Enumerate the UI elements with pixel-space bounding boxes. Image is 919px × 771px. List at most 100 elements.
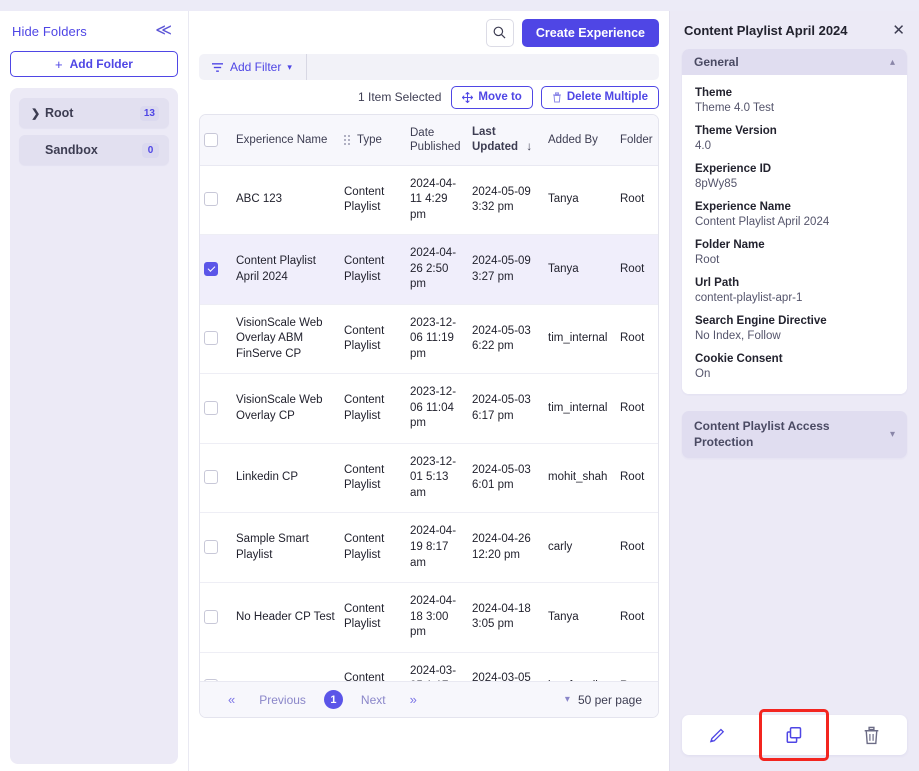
folder-tree: ❯ Root 13 Sandbox 0 bbox=[10, 88, 178, 764]
delete-button[interactable] bbox=[847, 715, 897, 755]
row-checkbox[interactable] bbox=[204, 470, 218, 485]
table-row[interactable]: Linkedin CP Content Playlist 2023-12-01 5:… bbox=[200, 443, 658, 514]
last-updated-cell: 2024-04-26 12:20 pm bbox=[468, 512, 544, 584]
chevron-down-icon: ▾ bbox=[564, 694, 570, 705]
date-published-cell: 2024-04-26 2:50 pm bbox=[406, 234, 468, 305]
move-to-button[interactable]: Move to bbox=[451, 85, 533, 109]
th-label: Type bbox=[357, 133, 382, 146]
folder-cell: Root bbox=[616, 165, 658, 236]
hide-folders-link[interactable]: Hide Folders bbox=[12, 24, 87, 39]
date-published-cell: 2024-04-18 3:00 pm bbox=[406, 582, 468, 653]
row-checkbox[interactable] bbox=[204, 261, 218, 276]
detail-field: Theme Theme 4.0 Test bbox=[695, 87, 894, 114]
last-page-button[interactable]: » bbox=[398, 692, 429, 707]
detail-field-value: 4.0 bbox=[695, 140, 711, 152]
table-row[interactable]: VisionScale Web Overlay ABM FinServe CP C… bbox=[200, 304, 658, 375]
type-cell: Content Playlist bbox=[340, 512, 406, 584]
row-checkbox[interactable] bbox=[204, 192, 218, 207]
experience-name-cell: Linkedin CP bbox=[232, 443, 340, 514]
page-number-1[interactable]: 1 bbox=[323, 690, 343, 709]
close-icon[interactable]: ✕ bbox=[892, 23, 905, 38]
table-row[interactable]: No Header CP Test Content Playlist 2024-04… bbox=[200, 582, 658, 653]
row-checkbox-cell bbox=[200, 304, 232, 375]
row-checkbox[interactable] bbox=[204, 400, 218, 415]
th-added-by[interactable]: Added By bbox=[544, 115, 616, 166]
th-experience-name[interactable]: Experience Name bbox=[232, 115, 340, 166]
added-by-cell: Tanya bbox=[544, 234, 616, 305]
last-updated-cell: 2024-05-09 3:27 pm bbox=[468, 234, 544, 305]
table-header: Experience Name Type Date Published Last… bbox=[200, 115, 658, 166]
access-protection-label: Content Playlist Access Protection bbox=[694, 419, 830, 449]
previous-page-button[interactable]: Previous bbox=[247, 693, 318, 707]
experience-name-cell: No Header CP Test bbox=[232, 582, 340, 653]
search-button[interactable] bbox=[485, 18, 514, 47]
row-checkbox[interactable] bbox=[204, 539, 218, 554]
sort-descending-icon[interactable]: ↓ bbox=[521, 139, 532, 153]
drag-handle-icon[interactable] bbox=[344, 134, 350, 145]
create-experience-button[interactable]: Create Experience bbox=[521, 18, 659, 47]
chevron-down-icon[interactable]: ▾ bbox=[890, 429, 895, 440]
type-cell: Content Playlist bbox=[340, 373, 406, 444]
first-page-button[interactable]: « bbox=[216, 692, 247, 707]
table-row[interactable]: Content Playlist April 2024 Content Playl… bbox=[200, 234, 658, 305]
row-checkbox-cell bbox=[200, 165, 232, 236]
last-updated-cell: 2024-05-09 3:32 pm bbox=[468, 165, 544, 236]
folder-cell: Root bbox=[616, 443, 658, 514]
th-select-all bbox=[200, 115, 232, 166]
detail-field-label: Cookie Consent bbox=[695, 353, 783, 365]
last-updated-cell: 2024-05-03 6:01 pm bbox=[468, 443, 544, 514]
th-type[interactable]: Type bbox=[340, 115, 406, 166]
th-date-published[interactable]: Date Published bbox=[406, 115, 468, 166]
pagination-bar: « Previous 1 Next » ▾ 50 per page bbox=[200, 681, 658, 717]
sidebar-header: Hide Folders ≪ bbox=[0, 11, 188, 45]
table-row[interactable]: Sample Smart Playlist Content Playlist 202… bbox=[200, 512, 658, 584]
duplicate-button[interactable] bbox=[759, 709, 830, 761]
table-row[interactable]: ABC 123 Content Playlist 2024-04-11 4:29 p… bbox=[200, 165, 658, 236]
type-cell: Content Playlist bbox=[340, 582, 406, 653]
row-checkbox[interactable] bbox=[204, 331, 218, 346]
chevron-up-icon[interactable]: ▴ bbox=[890, 57, 895, 68]
th-label: Added By bbox=[548, 133, 598, 146]
general-section-header[interactable]: General ▴ bbox=[682, 49, 907, 75]
added-by-cell: tim_internal bbox=[544, 373, 616, 444]
th-folder[interactable]: Folder bbox=[616, 115, 658, 166]
per-page-selector[interactable]: ▾ 50 per page bbox=[565, 693, 658, 707]
add-folder-button[interactable]: + Add Folder bbox=[10, 51, 178, 77]
filter-bar: Add Filter ▾ bbox=[199, 54, 659, 80]
added-by-cell: carly bbox=[544, 512, 616, 584]
folder-cell: Root bbox=[616, 512, 658, 584]
detail-field-label: Theme Version bbox=[695, 125, 777, 137]
next-page-button[interactable]: Next bbox=[349, 693, 398, 707]
folder-count-badge: 0 bbox=[142, 142, 159, 158]
experience-name-cell: VisionScale Web Overlay CP bbox=[232, 373, 340, 444]
th-last-updated[interactable]: Last Updated ↓ bbox=[468, 115, 544, 166]
detail-field: Experience Name Content Playlist April 20… bbox=[695, 201, 894, 228]
folder-name: Root bbox=[45, 106, 74, 120]
access-protection-section-header[interactable]: Content Playlist Access Protection ▾ bbox=[682, 411, 907, 459]
general-section: General ▴ Theme Theme 4.0 Test Theme Versi… bbox=[682, 49, 907, 394]
row-checkbox[interactable] bbox=[204, 609, 218, 624]
detail-action-bar bbox=[682, 709, 907, 761]
sidebar-item-root[interactable]: ❯ Root 13 bbox=[19, 98, 169, 128]
move-to-label: Move to bbox=[478, 91, 522, 103]
add-filter-button[interactable]: Add Filter ▾ bbox=[199, 54, 307, 80]
folder-cell: Root bbox=[616, 582, 658, 653]
detail-field-value: Theme 4.0 Test bbox=[695, 102, 775, 114]
delete-multiple-button[interactable]: Delete Multiple bbox=[540, 85, 659, 109]
experience-table: Experience Name Type Date Published Last… bbox=[200, 115, 658, 717]
sidebar-item-sandbox[interactable]: Sandbox 0 bbox=[19, 135, 169, 165]
edit-button[interactable] bbox=[692, 715, 742, 755]
add-folder-label: Add Folder bbox=[69, 57, 133, 71]
experience-name-cell: Content Playlist April 2024 bbox=[232, 234, 340, 305]
select-all-checkbox[interactable] bbox=[204, 132, 218, 147]
table-row[interactable]: VisionScale Web Overlay CP Content Playli… bbox=[200, 373, 658, 444]
detail-field: Theme Version 4.0 bbox=[695, 125, 894, 152]
app-root: Hide Folders ≪ + Add Folder ❯ Root 13 Sa… bbox=[0, 0, 919, 771]
detail-field-value: Content Playlist April 2024 bbox=[695, 216, 830, 228]
pencil-icon bbox=[709, 728, 724, 742]
detail-field: Search Engine Directive No Index, Follow bbox=[695, 315, 894, 342]
th-label: Date Published bbox=[410, 126, 461, 153]
last-updated-cell: 2024-05-03 6:22 pm bbox=[468, 304, 544, 375]
chevron-right-icon[interactable]: ❯ bbox=[31, 107, 45, 120]
chevrons-left-icon[interactable]: ≪ bbox=[153, 23, 174, 39]
